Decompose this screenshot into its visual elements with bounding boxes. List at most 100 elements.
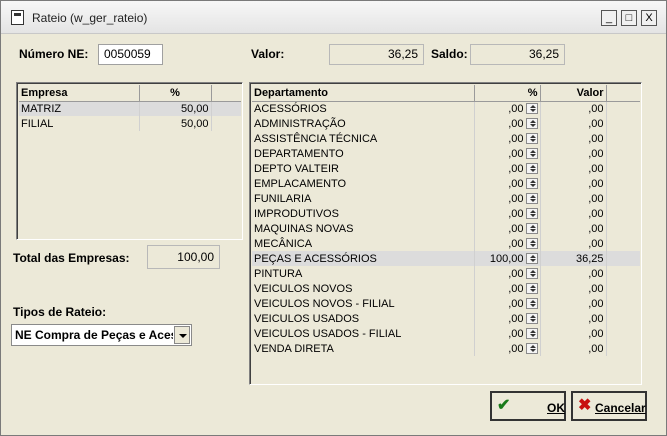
- departamento-pct-cell[interactable]: ,00: [474, 191, 541, 206]
- departamento-pct-cell[interactable]: ,00: [474, 206, 541, 221]
- table-row[interactable]: MATRIZ 50,00: [19, 101, 241, 116]
- spin-icon[interactable]: [525, 118, 538, 130]
- departamento-valor: ,00: [540, 101, 607, 116]
- departamento-pct[interactable]: ,00: [508, 223, 523, 235]
- departamento-pct[interactable]: ,00: [508, 208, 523, 220]
- empresas-grid-panel[interactable]: Empresa % MATRIZ 50,00 FILIAL 50,00: [16, 82, 243, 240]
- tipos-rateio-label: Tipos de Rateio:: [13, 305, 107, 319]
- departamento-pct[interactable]: ,00: [508, 238, 523, 250]
- departamento-name: ASSISTÊNCIA TÉCNICA: [252, 131, 475, 146]
- departamento-pct[interactable]: ,00: [508, 313, 523, 325]
- departamento-pct[interactable]: 100,00: [490, 253, 524, 265]
- table-row[interactable]: VEICULOS USADOS - FILIAL ,00 ,00: [252, 326, 640, 341]
- table-row[interactable]: ASSISTÊNCIA TÉCNICA ,00 ,00: [252, 131, 640, 146]
- departamento-pct[interactable]: ,00: [508, 298, 523, 310]
- departamento-pct-cell[interactable]: ,00: [474, 146, 541, 161]
- departamento-pct[interactable]: ,00: [508, 268, 523, 280]
- departamento-pct[interactable]: ,00: [508, 178, 523, 190]
- spin-icon[interactable]: [525, 103, 538, 115]
- spin-icon[interactable]: [525, 133, 538, 145]
- ok-button[interactable]: ✔ OK: [490, 391, 566, 421]
- departamento-pct-cell[interactable]: ,00: [474, 116, 541, 131]
- total-empresas-field: 100,00: [147, 245, 220, 269]
- col-header-pct[interactable]: %: [139, 85, 212, 102]
- departamento-pct-cell[interactable]: ,00: [474, 296, 541, 311]
- spin-icon[interactable]: [525, 238, 538, 250]
- table-row[interactable]: FUNILARIA ,00 ,00: [252, 191, 640, 206]
- departamento-name: ACESSÓRIOS: [252, 101, 475, 116]
- spin-icon[interactable]: [525, 343, 538, 355]
- table-row[interactable]: MECÂNICA ,00 ,00: [252, 236, 640, 251]
- departamento-pct-cell[interactable]: ,00: [474, 266, 541, 281]
- table-row[interactable]: ADMINISTRAÇÃO ,00 ,00: [252, 116, 640, 131]
- departamento-pct-cell[interactable]: ,00: [474, 311, 541, 326]
- departamento-pct[interactable]: ,00: [508, 163, 523, 175]
- minimize-button[interactable]: _: [601, 10, 617, 26]
- empresa-pct[interactable]: 50,00: [139, 101, 212, 116]
- col-header-empresa[interactable]: Empresa: [19, 85, 140, 102]
- departamento-pct-cell[interactable]: ,00: [474, 236, 541, 251]
- col-header-dept-pct[interactable]: %: [474, 85, 541, 102]
- departamento-pct[interactable]: ,00: [508, 328, 523, 340]
- spin-icon[interactable]: [525, 313, 538, 325]
- valor-label: Valor:: [251, 47, 285, 61]
- spin-icon[interactable]: [525, 193, 538, 205]
- empresas-table: Empresa % MATRIZ 50,00 FILIAL 50,00: [19, 85, 241, 131]
- departamentos-grid-panel[interactable]: Departamento % Valor ACESSÓRIOS ,00,00 ADM…: [249, 82, 642, 385]
- table-row[interactable]: VEICULOS NOVOS - FILIAL ,00 ,00: [252, 296, 640, 311]
- departamento-pct[interactable]: ,00: [508, 103, 523, 115]
- table-row[interactable]: IMPRODUTIVOS ,00 ,00: [252, 206, 640, 221]
- departamento-pct[interactable]: ,00: [508, 193, 523, 205]
- departamento-name: VEICULOS NOVOS - FILIAL: [252, 296, 475, 311]
- cancel-button[interactable]: ✖ Cancelar: [571, 391, 647, 421]
- departamento-pct-cell[interactable]: 100,00: [474, 251, 541, 266]
- table-row[interactable]: FILIAL 50,00: [19, 116, 241, 131]
- spin-icon[interactable]: [525, 163, 538, 175]
- table-row[interactable]: DEPTO VALTEIR ,00 ,00: [252, 161, 640, 176]
- col-header-departamento[interactable]: Departamento: [252, 85, 475, 102]
- departamento-valor: ,00: [540, 221, 607, 236]
- table-row[interactable]: VEICULOS USADOS ,00 ,00: [252, 311, 640, 326]
- table-row[interactable]: DEPARTAMENTO ,00 ,00: [252, 146, 640, 161]
- spin-icon[interactable]: [525, 148, 538, 160]
- table-row[interactable]: VEICULOS NOVOS ,00 ,00: [252, 281, 640, 296]
- chevron-down-icon[interactable]: [174, 326, 190, 344]
- col-header-valor[interactable]: Valor: [540, 85, 607, 102]
- table-row[interactable]: PEÇAS E ACESSÓRIOS 100,00 36,25: [252, 251, 640, 266]
- departamento-pct-cell[interactable]: ,00: [474, 221, 541, 236]
- table-row[interactable]: PINTURA ,00 ,00: [252, 266, 640, 281]
- departamento-pct-cell[interactable]: ,00: [474, 281, 541, 296]
- departamento-valor: ,00: [540, 311, 607, 326]
- spin-icon[interactable]: [525, 178, 538, 190]
- departamento-pct[interactable]: ,00: [508, 283, 523, 295]
- departamento-pct[interactable]: ,00: [508, 148, 523, 160]
- spin-icon[interactable]: [525, 298, 538, 310]
- maximize-button[interactable]: □: [621, 10, 637, 26]
- table-row[interactable]: MAQUINAS NOVAS ,00 ,00: [252, 221, 640, 236]
- departamento-pct[interactable]: ,00: [508, 118, 523, 130]
- departamento-pct[interactable]: ,00: [508, 343, 523, 355]
- departamento-valor: ,00: [540, 266, 607, 281]
- table-row[interactable]: VENDA DIRETA ,00 ,00: [252, 341, 640, 356]
- close-button[interactable]: X: [641, 10, 657, 26]
- tipos-rateio-select[interactable]: NE Compra de Peças e Acessórios: [11, 324, 192, 346]
- departamento-pct-cell[interactable]: ,00: [474, 326, 541, 341]
- departamento-valor: ,00: [540, 161, 607, 176]
- departamento-pct-cell[interactable]: ,00: [474, 161, 541, 176]
- spin-icon[interactable]: [525, 328, 538, 340]
- empresa-pct[interactable]: 50,00: [139, 116, 212, 131]
- table-row[interactable]: ACESSÓRIOS ,00 ,00: [252, 101, 640, 116]
- departamento-pct-cell[interactable]: ,00: [474, 101, 541, 116]
- spin-icon[interactable]: [525, 268, 538, 280]
- table-row[interactable]: EMPLACAMENTO ,00 ,00: [252, 176, 640, 191]
- spin-icon[interactable]: [525, 253, 538, 265]
- departamento-pct[interactable]: ,00: [508, 133, 523, 145]
- valor-field: 36,25: [329, 44, 424, 65]
- spin-icon[interactable]: [525, 208, 538, 220]
- spin-icon[interactable]: [525, 283, 538, 295]
- departamento-pct-cell[interactable]: ,00: [474, 341, 541, 356]
- departamento-pct-cell[interactable]: ,00: [474, 131, 541, 146]
- numero-ne-field[interactable]: 0050059: [98, 44, 163, 65]
- spin-icon[interactable]: [525, 223, 538, 235]
- departamento-pct-cell[interactable]: ,00: [474, 176, 541, 191]
